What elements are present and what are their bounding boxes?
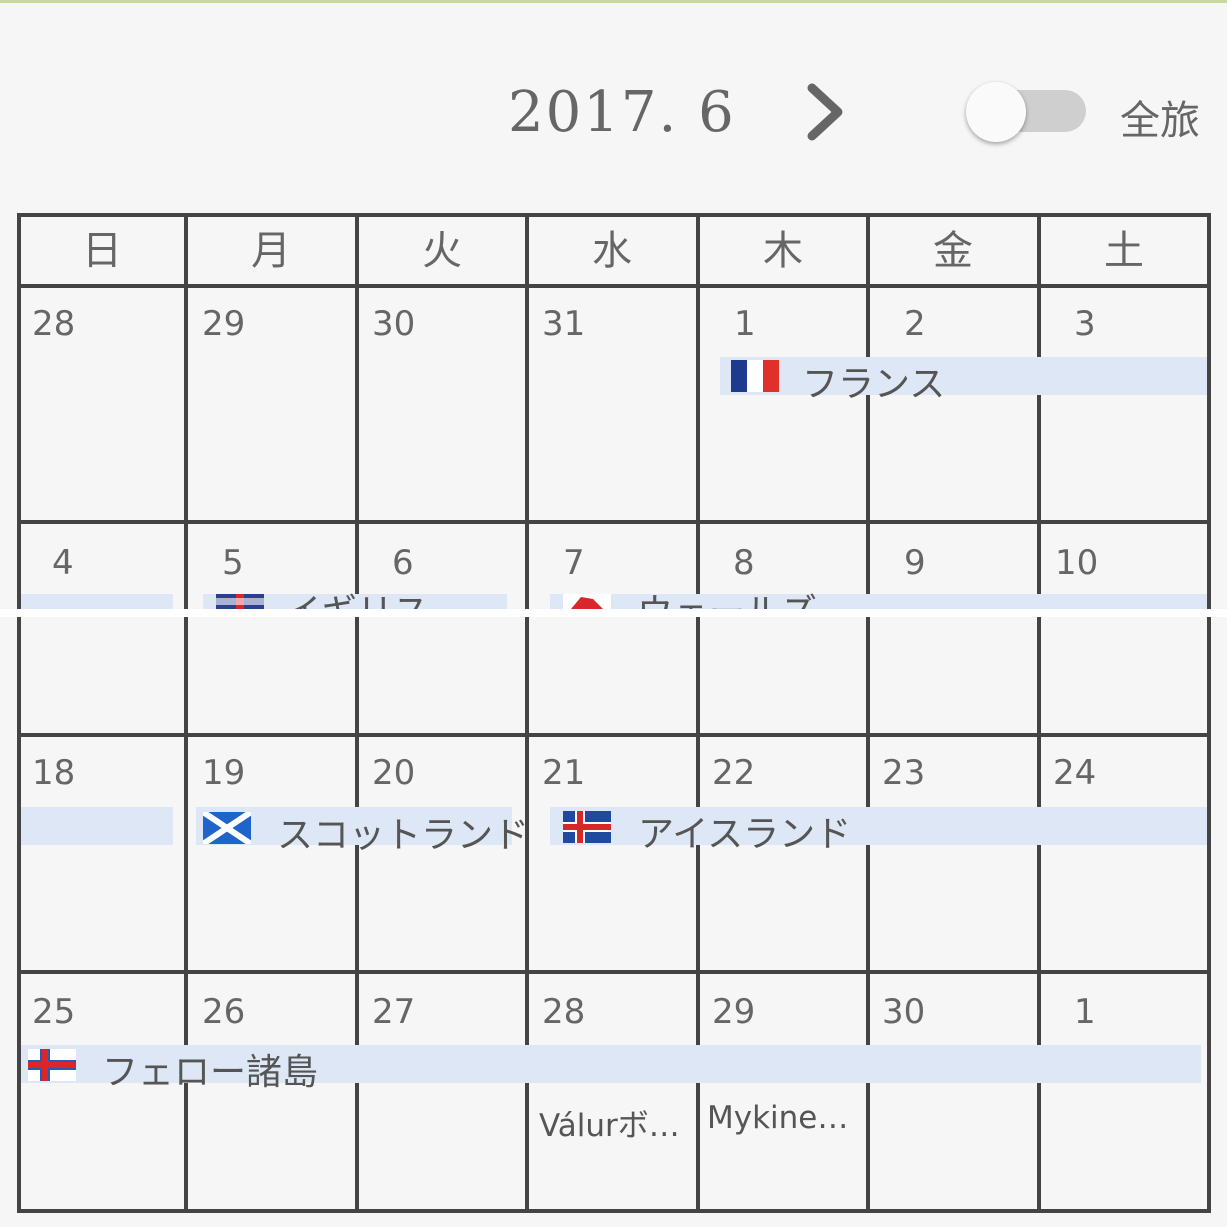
- event-bar-continuation[interactable]: [21, 807, 173, 845]
- flag-scotland-icon: [203, 812, 251, 844]
- day-number[interactable]: 28: [32, 304, 75, 344]
- day-number[interactable]: 21: [542, 753, 585, 793]
- event-label-uk[interactable]: イギリス: [285, 588, 429, 609]
- day-number[interactable]: 1: [734, 304, 756, 344]
- weekday-header: 月: [251, 228, 291, 274]
- event-label-france[interactable]: フランス: [802, 355, 945, 407]
- grid-line: [17, 213, 1211, 217]
- day-number[interactable]: 29: [712, 992, 755, 1032]
- day-number[interactable]: 6: [392, 543, 414, 583]
- day-number[interactable]: 20: [372, 753, 415, 793]
- day-number[interactable]: 24: [1053, 753, 1096, 793]
- event-label-scotland[interactable]: スコットランド: [277, 806, 529, 858]
- day-number[interactable]: 9: [904, 543, 926, 583]
- weekday-header: 水: [592, 228, 632, 274]
- day-number[interactable]: 10: [1055, 543, 1098, 583]
- day-number[interactable]: 8: [733, 543, 755, 583]
- event-bar-continuation[interactable]: [21, 594, 173, 609]
- schedule-note[interactable]: Mykine…: [707, 1100, 865, 1136]
- grid-line: [17, 520, 1211, 524]
- flag-iceland-icon: [563, 811, 611, 843]
- day-number[interactable]: 18: [32, 753, 75, 793]
- flag-faroe-icon: [28, 1049, 76, 1081]
- day-number[interactable]: 28: [542, 992, 585, 1032]
- day-number[interactable]: 23: [882, 753, 925, 793]
- screenshot-seam: [0, 609, 1227, 617]
- event-bar-france[interactable]: [720, 357, 1207, 395]
- day-number[interactable]: 1: [1074, 992, 1096, 1032]
- weekday-header: 日: [82, 228, 122, 274]
- day-number[interactable]: 5: [222, 543, 244, 583]
- day-number[interactable]: 3: [1074, 304, 1096, 344]
- day-number[interactable]: 29: [202, 304, 245, 344]
- day-number[interactable]: 30: [882, 992, 925, 1032]
- day-number[interactable]: 31: [542, 304, 585, 344]
- day-number[interactable]: 27: [372, 992, 415, 1032]
- event-label-wales[interactable]: ウェールズ: [637, 588, 817, 609]
- top-accent-line: [0, 0, 1227, 3]
- day-number[interactable]: 25: [32, 992, 75, 1032]
- event-label-iceland[interactable]: アイスランド: [638, 805, 851, 857]
- grid-line: [17, 284, 1211, 288]
- event-label-faroe[interactable]: フェロー諸島: [102, 1043, 318, 1095]
- day-number[interactable]: 22: [712, 753, 755, 793]
- flag-france-icon: [731, 360, 779, 392]
- day-number[interactable]: 4: [52, 543, 74, 583]
- weekday-header: 土: [1104, 228, 1144, 274]
- grid-line: [1207, 213, 1211, 1213]
- toggle-label: 全旅: [1120, 98, 1200, 144]
- month-title: 2017. 6: [508, 80, 736, 145]
- grid-line: [17, 970, 1211, 974]
- all-trips-toggle[interactable]: [962, 82, 1092, 142]
- weekday-header: 金: [933, 228, 973, 274]
- grid-line: [17, 733, 1211, 737]
- day-number[interactable]: 7: [563, 543, 585, 583]
- grid-line: [17, 1209, 1211, 1213]
- schedule-note[interactable]: Válurボ…: [539, 1100, 694, 1145]
- day-number[interactable]: 19: [202, 753, 245, 793]
- day-number[interactable]: 26: [202, 992, 245, 1032]
- flag-uk-icon: [216, 594, 264, 609]
- day-number[interactable]: 30: [372, 304, 415, 344]
- toggle-knob: [966, 82, 1026, 142]
- flag-wales-icon: [563, 594, 611, 609]
- chevron-right-icon[interactable]: [800, 82, 848, 142]
- day-number[interactable]: 2: [904, 304, 926, 344]
- weekday-header: 木: [763, 228, 803, 274]
- weekday-header: 火: [422, 228, 462, 274]
